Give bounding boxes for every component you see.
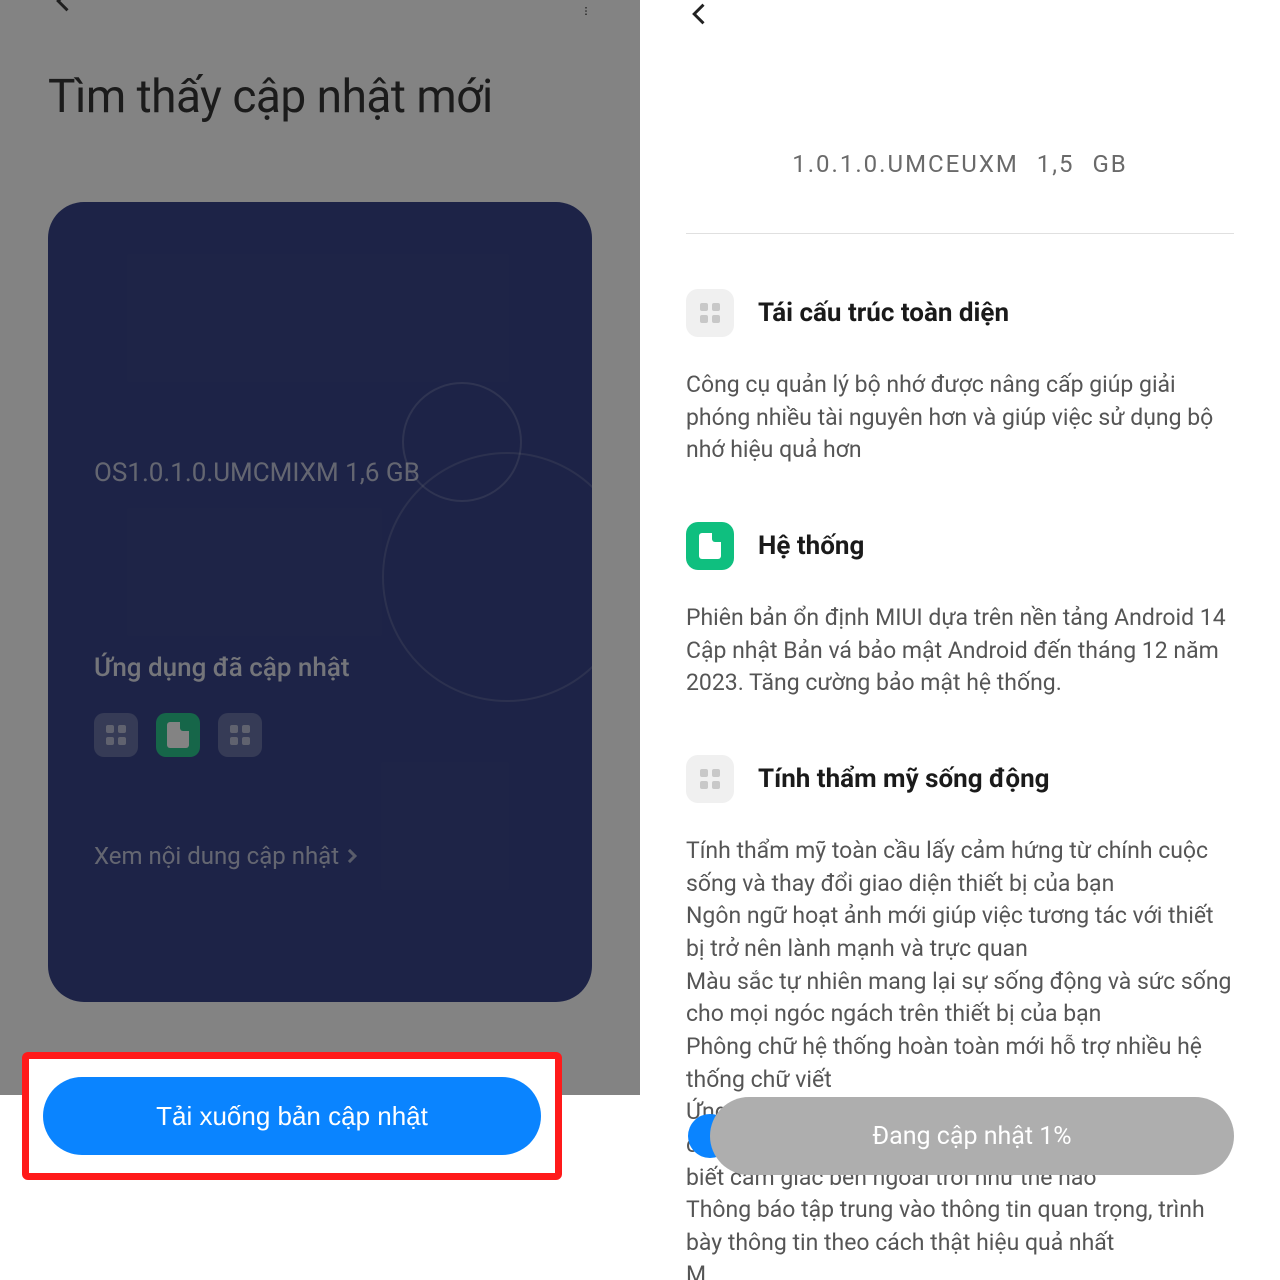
view-update-content-link[interactable]: Xem nội dung cập nhật: [94, 842, 546, 870]
changelog-screen: 1.0.1.0.UMCEUXM 1,5 GB Tái cấu trúc toàn…: [640, 0, 1280, 1280]
download-highlight-box: Tải xuống bản cập nhật: [22, 1052, 562, 1180]
section-title: Tính thẩm mỹ sống động: [758, 764, 1050, 794]
download-update-button[interactable]: Tải xuống bản cập nhật: [43, 1077, 541, 1155]
section-title: Tái cấu trúc toàn diện: [758, 298, 1009, 328]
section-body: Tính thẩm mỹ toàn cầu lấy cảm hứng từ ch…: [686, 835, 1234, 1280]
doc-icon: [686, 522, 734, 570]
changelog-section-restructure: Tái cấu trúc toàn diện Công cụ quản lý b…: [686, 289, 1234, 467]
view-content-label: Xem nội dung cập nhật: [94, 842, 339, 870]
updated-apps-row: [94, 713, 546, 757]
update-found-screen: Tìm thấy cập nhật mới OS1.0.1.0.UMCMIXM …: [0, 0, 640, 1280]
section-body: Phiên bản ổn định MIUI dựa trên nền tảng…: [686, 602, 1234, 700]
back-icon[interactable]: [50, 0, 78, 15]
app-grid-icon: [218, 713, 262, 757]
divider: [686, 233, 1234, 234]
changelog-section-system: Hệ thống Phiên bản ổn định MIUI dựa trên…: [686, 522, 1234, 700]
grid-icon: [686, 289, 734, 337]
topbar: [686, 0, 1234, 15]
app-grid-icon: [94, 713, 138, 757]
changelog-section-aesthetic: Tính thẩm mỹ sống động Tính thẩm mỹ toàn…: [686, 755, 1234, 1280]
more-icon[interactable]: [582, 7, 590, 15]
version-text: 1.0.1.0.UMCEUXM 1,5 GB: [686, 150, 1234, 178]
page-title: Tìm thấy cập nhật mới: [48, 70, 592, 124]
update-card: OS1.0.1.0.UMCMIXM 1,6 GB Ứng dụng đã cập…: [48, 202, 592, 1002]
topbar: [0, 0, 640, 15]
back-icon[interactable]: [686, 0, 1234, 28]
grid-icon: [686, 755, 734, 803]
section-body: Công cụ quản lý bộ nhớ được nâng cấp giú…: [686, 369, 1234, 467]
section-title: Hệ thống: [758, 531, 864, 561]
updating-progress-button[interactable]: Đang cập nhật 1%: [710, 1097, 1234, 1175]
app-doc-icon: [156, 713, 200, 757]
decor-circle-icon: [402, 382, 522, 502]
chevron-right-icon: [343, 849, 357, 863]
